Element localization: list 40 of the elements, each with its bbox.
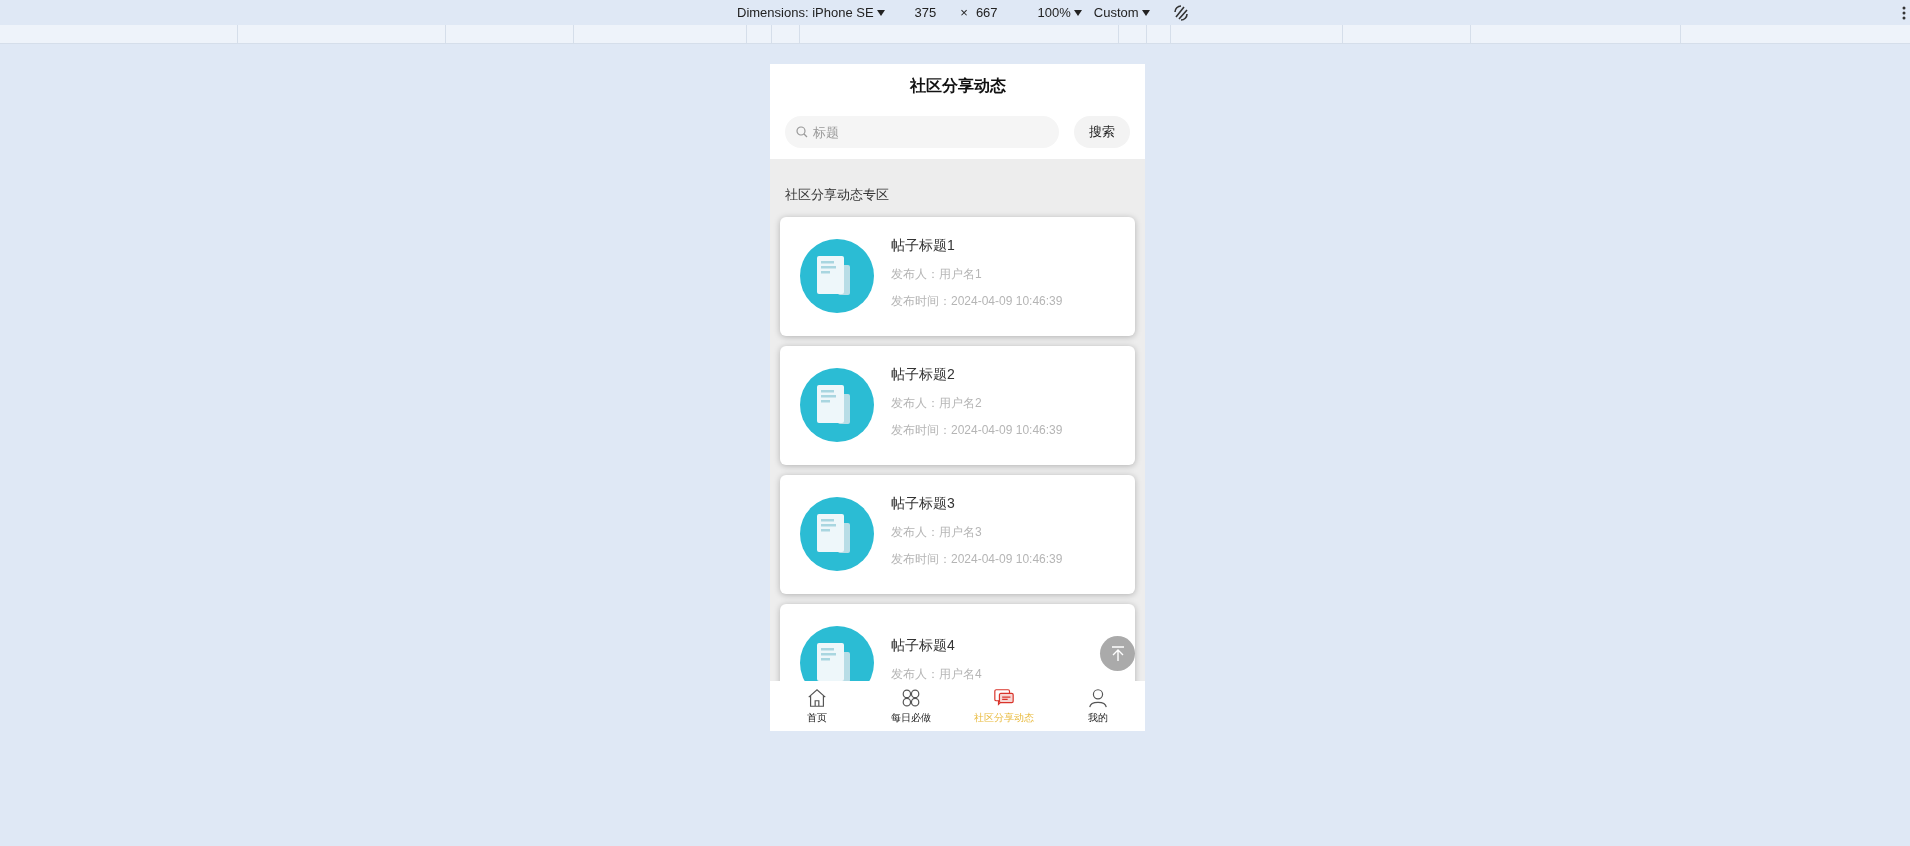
width-value[interactable]: 375	[914, 2, 937, 23]
caret-icon	[1073, 9, 1082, 16]
document-icon	[800, 239, 874, 313]
more-icon[interactable]	[1902, 5, 1906, 20]
section-title: 社区分享动态专区	[785, 186, 890, 204]
post-title: 帖子标题2	[891, 364, 956, 384]
post-card[interactable]: 帖子标题4 发布人：用户名4	[780, 603, 1135, 681]
tab-bar-item[interactable]: 首页	[770, 681, 864, 731]
tab-bar-item[interactable]: 我的	[1051, 681, 1145, 731]
arrow-up-icon	[1110, 645, 1125, 662]
height-value[interactable]: 667	[975, 2, 998, 23]
post-title: 帖子标题3	[891, 493, 956, 513]
post-author: 发布人：用户名3	[891, 523, 983, 541]
zoom-dropdown[interactable]: 100%	[1037, 2, 1082, 23]
caret-icon	[876, 9, 885, 16]
post-card[interactable]: 帖子标题3 发布人：用户名3 发布时间：2024-04-09 10:46:39	[780, 474, 1135, 594]
post-title: 帖子标题4	[891, 636, 956, 655]
post-title: 帖子标题1	[891, 235, 956, 255]
post-time: 发布时间：2024-04-09 10:46:39	[891, 292, 1063, 310]
post-author: 发布人：用户名1	[891, 265, 983, 283]
page-title: 社区分享动态	[908, 76, 1007, 96]
rotate-icon[interactable]	[1171, 3, 1190, 22]
throttle-dropdown[interactable]: Custom	[1093, 2, 1150, 23]
times-sign: ×	[960, 3, 968, 22]
post-author: 发布人：用户名2	[891, 394, 983, 412]
post-card[interactable]: 帖子标题1 发布人：用户名1 发布时间：2024-04-09 10:46:39	[780, 216, 1135, 336]
home-icon	[805, 687, 828, 709]
user-icon	[1087, 687, 1110, 709]
post-time: 发布时间：2024-04-09 10:46:39	[891, 550, 1063, 568]
search-field[interactable]: 标题	[785, 116, 1059, 148]
document-icon	[800, 497, 874, 571]
search-icon	[796, 126, 808, 138]
search-button[interactable]: 搜索	[1074, 116, 1130, 148]
device-dropdown[interactable]: Dimensions: iPhone SE	[737, 2, 885, 23]
post-author: 发布人：用户名4	[891, 666, 982, 681]
post-time: 发布时间：2024-04-09 10:46:39	[891, 421, 1063, 439]
tab-bar-item[interactable]: 每日必做	[863, 681, 958, 731]
caret-icon	[1141, 9, 1150, 16]
document-icon	[800, 368, 874, 442]
post-card[interactable]: 帖子标题2 发布人：用户名2 发布时间：2024-04-09 10:46:39	[780, 345, 1135, 465]
